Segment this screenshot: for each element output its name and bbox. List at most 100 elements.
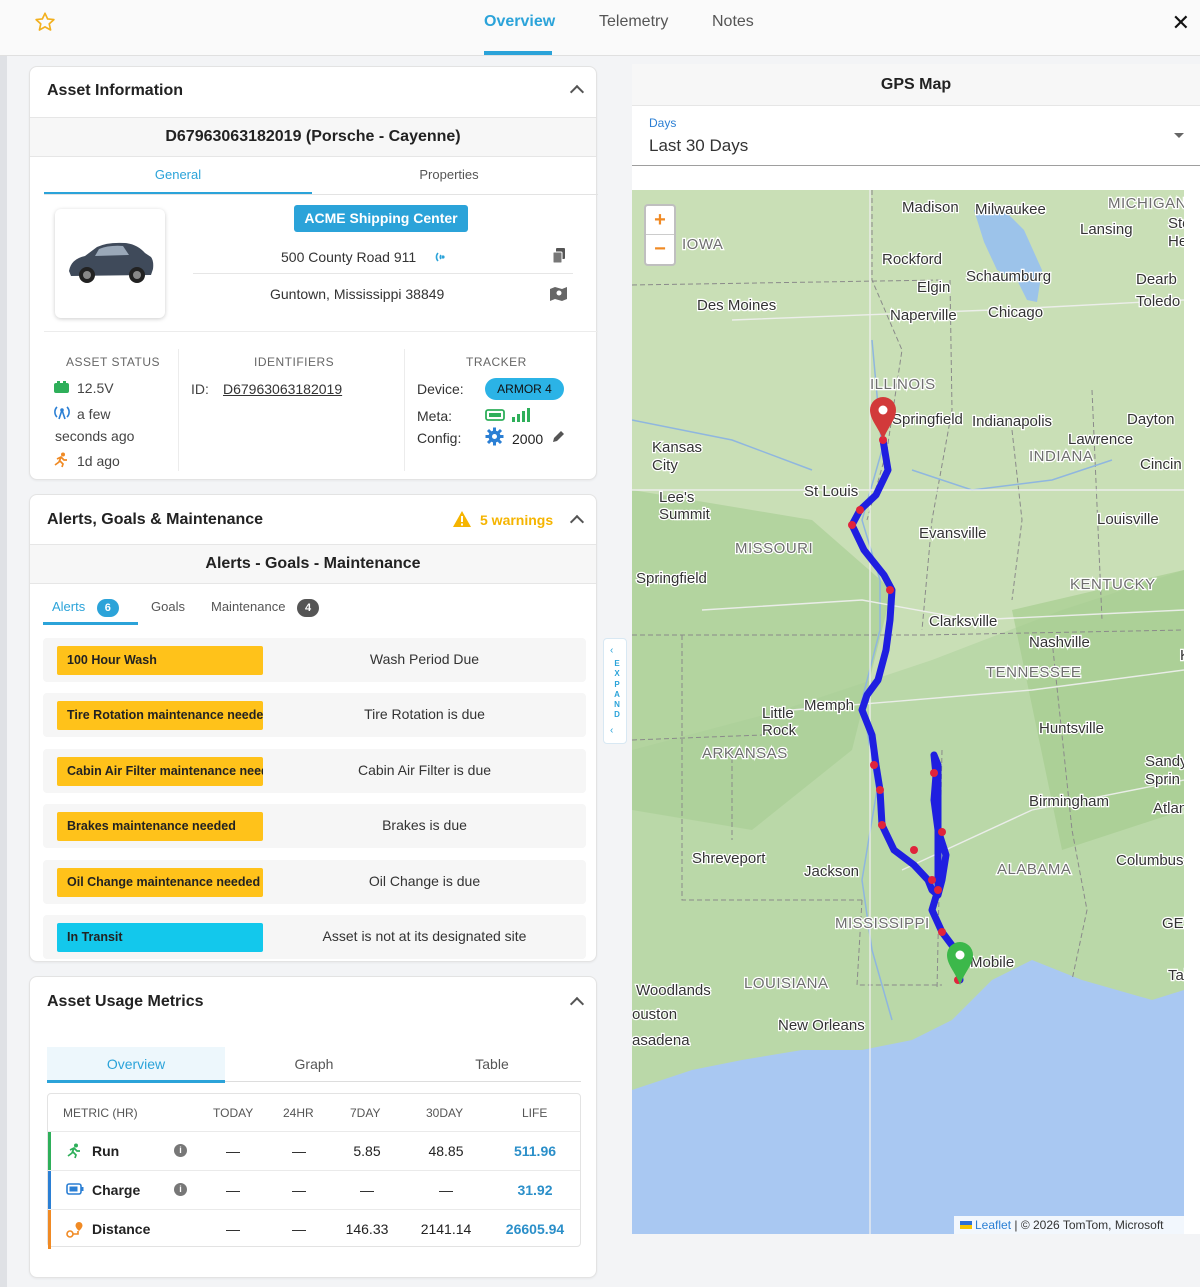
collapse-chevron-icon[interactable] — [569, 514, 585, 530]
attribution-text: | © 2026 TomTom, Microsoft — [1014, 1218, 1164, 1232]
tab-notes[interactable]: Notes — [712, 13, 754, 31]
map-city-label: Atlan — [1153, 800, 1184, 817]
map-city-label: New Orleans — [778, 1017, 865, 1034]
alert-chip[interactable]: Brakes maintenance needed — [57, 812, 263, 841]
alert-chip[interactable]: In Transit — [57, 923, 263, 952]
favorite-star-icon[interactable] — [34, 11, 56, 33]
tracker-heading: TRACKER — [466, 355, 527, 369]
header-7day: 7DAY — [350, 1106, 381, 1120]
header-life: LIFE — [522, 1106, 548, 1120]
subtab-general[interactable]: General — [44, 167, 312, 182]
map-city-label: Dayton — [1127, 411, 1175, 428]
alert-chip[interactable]: 100 Hour Wash — [57, 646, 263, 675]
zoom-out-button[interactable]: − — [646, 235, 674, 264]
ukraine-flag-icon — [960, 1221, 972, 1229]
alert-row[interactable]: Brakes maintenance needed Brakes is due — [43, 804, 586, 848]
edit-pencil-icon[interactable] — [551, 430, 565, 444]
route-pin-icon — [66, 1221, 84, 1244]
alert-description: Tire Rotation is due — [364, 706, 485, 722]
zoom-in-button[interactable]: + — [646, 206, 674, 235]
close-icon[interactable]: ✕ — [1172, 10, 1190, 36]
usage-tab-indicator — [47, 1080, 225, 1083]
gps-point[interactable] — [870, 761, 878, 769]
gps-point[interactable] — [886, 586, 894, 594]
tab-overview[interactable]: Overview — [484, 13, 555, 31]
subtab-alerts[interactable]: Alerts 6 — [52, 599, 119, 617]
gps-point[interactable] — [876, 786, 884, 794]
map-city-label: Indianapolis — [972, 413, 1052, 430]
alerts-goals-maintenance-card: Alerts, Goals & Maintenance 5 warnings A… — [29, 494, 597, 962]
maintenance-count-badge: 4 — [297, 599, 320, 617]
usage-tab-overview[interactable]: Overview — [47, 1056, 225, 1072]
map-city-label: Louisville — [1097, 511, 1159, 528]
map-city-label: Madison — [902, 199, 959, 216]
device-label: Device: — [417, 381, 464, 397]
map-city-label: Cincin — [1140, 456, 1182, 473]
metric-name: Distance — [92, 1221, 151, 1237]
subtab-properties[interactable]: Properties — [312, 167, 586, 182]
asset-status-heading: ASSET STATUS — [66, 355, 161, 369]
gps-point[interactable] — [878, 821, 886, 829]
config-value: 2000 — [512, 431, 544, 447]
map-canvas[interactable]: Madison Milwaukee MICHIGAN Lansing SterHeig I… — [632, 190, 1184, 1234]
days-select[interactable]: Days Last 30 Days — [632, 106, 1200, 166]
metrics-table: METRIC (HR) TODAY 24HR 7DAY 30DAY LIFE R… — [47, 1093, 581, 1249]
alert-chip[interactable]: Oil Change maintenance needed — [57, 868, 263, 897]
gps-point[interactable] — [930, 769, 938, 777]
metric-d30: 48.85 — [428, 1143, 464, 1159]
map-city-label: Birmingham — [1029, 793, 1109, 810]
gps-point[interactable] — [938, 828, 946, 836]
asset-name: D67963063182019 (Porsche - Cayenne) — [30, 117, 596, 157]
map-city-label: Huntsville — [1039, 720, 1104, 737]
copy-icon[interactable] — [552, 247, 568, 265]
alert-row[interactable]: Tire Rotation maintenance needed Tire Rot… — [43, 693, 586, 737]
map-city-label: Evansville — [919, 525, 987, 542]
info-icon[interactable]: i — [174, 1144, 187, 1157]
gps-point[interactable] — [848, 521, 856, 529]
id-value-link[interactable]: D67963063182019 — [223, 381, 342, 397]
subtab-goals[interactable]: Goals — [151, 599, 185, 614]
last-seen-line2: seconds ago — [55, 428, 135, 444]
map-city-label: MISSOURI — [735, 540, 813, 557]
map-city-label: Clarksville — [929, 613, 997, 630]
usage-tab-table[interactable]: Table — [403, 1056, 581, 1072]
map-city-label: Little — [762, 705, 794, 722]
map-city-label: TENNESSEE — [986, 664, 1081, 681]
collapse-chevron-icon[interactable] — [569, 84, 585, 100]
subtab-maintenance[interactable]: Maintenance 4 — [211, 599, 320, 617]
metric-row: Run i — — 5.85 48.85 511.96 — [48, 1131, 580, 1171]
gps-point[interactable] — [910, 846, 918, 854]
leaflet-link[interactable]: Leaflet — [975, 1218, 1011, 1232]
alerts-count-badge: 6 — [96, 599, 119, 617]
map-location-icon[interactable] — [549, 285, 568, 302]
gps-point[interactable] — [938, 928, 946, 936]
map-city-label: GE — [1162, 915, 1184, 932]
gps-point[interactable] — [934, 886, 942, 894]
metric-h24: — — [292, 1221, 306, 1237]
metric-today: — — [226, 1221, 240, 1237]
usage-tab-graph[interactable]: Graph — [225, 1056, 403, 1072]
map-city-label: Jackson — [804, 863, 859, 880]
map-title: GPS Map — [632, 64, 1200, 106]
collapse-chevron-icon[interactable] — [569, 996, 585, 1012]
card-title: Alerts, Goals & Maintenance — [47, 511, 264, 528]
gps-point[interactable] — [928, 876, 936, 884]
alert-row[interactable]: Cabin Air Filter maintenance needed Cabin… — [43, 749, 586, 793]
site-badge[interactable]: ACME Shipping Center — [294, 205, 468, 232]
subtab-indicator — [43, 622, 138, 625]
info-icon[interactable]: i — [174, 1183, 187, 1196]
antenna-icon — [54, 406, 70, 420]
gps-point[interactable] — [856, 506, 864, 514]
warnings-count[interactable]: 5 warnings — [480, 512, 553, 528]
id-label: ID: — [191, 381, 209, 397]
alert-chip[interactable]: Tire Rotation maintenance needed — [57, 701, 263, 730]
device-badge[interactable]: ARMOR 4 — [485, 378, 564, 400]
alert-row[interactable]: 100 Hour Wash Wash Period Due — [43, 638, 586, 682]
alert-chip[interactable]: Cabin Air Filter maintenance needed — [57, 757, 263, 786]
battery-signal-icon — [485, 408, 530, 422]
map-city-label: INDIANA — [1029, 448, 1093, 465]
alert-row[interactable]: In Transit Asset is not at its designated… — [43, 915, 586, 959]
alert-row[interactable]: Oil Change maintenance needed Oil Change … — [43, 860, 586, 904]
expand-handle[interactable]: ‹ EXPAND ‹ — [603, 638, 627, 744]
tab-telemetry[interactable]: Telemetry — [599, 13, 668, 31]
